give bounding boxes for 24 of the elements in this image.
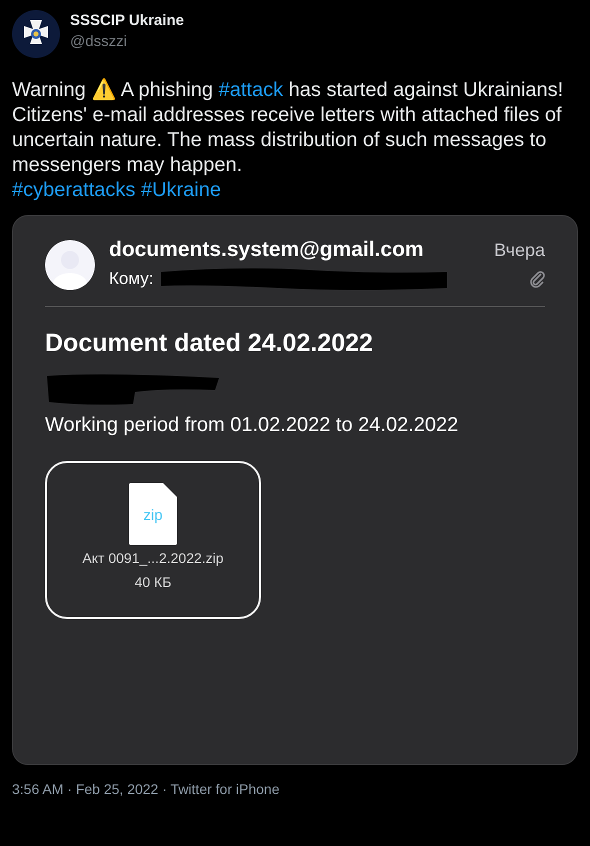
email-subject: Document dated 24.02.2022 [45, 329, 374, 358]
file-type-label: zip [143, 507, 163, 524]
separator-dot: · [67, 781, 72, 797]
separator-dot: · [162, 781, 167, 797]
tweet-time[interactable]: 3:56 AM [12, 781, 64, 797]
tweet-text: Warning ⚠ A phishing #attack has started against Ukrainians! Citizens' e-mail addresses receive letters with attached files of uncertain nature. The mass distribution of such messages to messengers may happen. [12, 78, 564, 178]
email-message: Working period from 01.02.2022 to 24.02.2022 [45, 414, 460, 437]
attachment-name: Акт 0091_...2.2022.zip [82, 550, 224, 566]
author-name[interactable]: SSSCIP Ukraine [70, 12, 184, 29]
hashtag-link[interactable]: #cyberattacks [12, 179, 136, 201]
contact-avatar-icon [45, 240, 95, 290]
tweet-date[interactable]: Feb 25, 2022 [76, 781, 158, 797]
email-date: Вчера [494, 240, 545, 260]
sender-email: documents.system@gmail.com [109, 238, 424, 262]
tweet-source[interactable]: Twitter for iPhone [170, 781, 280, 797]
avatar-logo-icon [12, 10, 60, 58]
author-handle[interactable]: @dsszzi [70, 33, 184, 50]
hashtag-link[interactable]: #Ukraine [140, 179, 221, 201]
paperclip-icon [529, 270, 545, 288]
file-icon [129, 483, 177, 545]
attachment-size: 40 КБ [134, 574, 172, 590]
recipient-label: Кому: [109, 269, 154, 289]
attachment-card[interactable]: zip Акт 0091_...2.2022.zip 40 КБ [45, 461, 261, 619]
hashtag-link[interactable]: #attack [218, 79, 284, 101]
